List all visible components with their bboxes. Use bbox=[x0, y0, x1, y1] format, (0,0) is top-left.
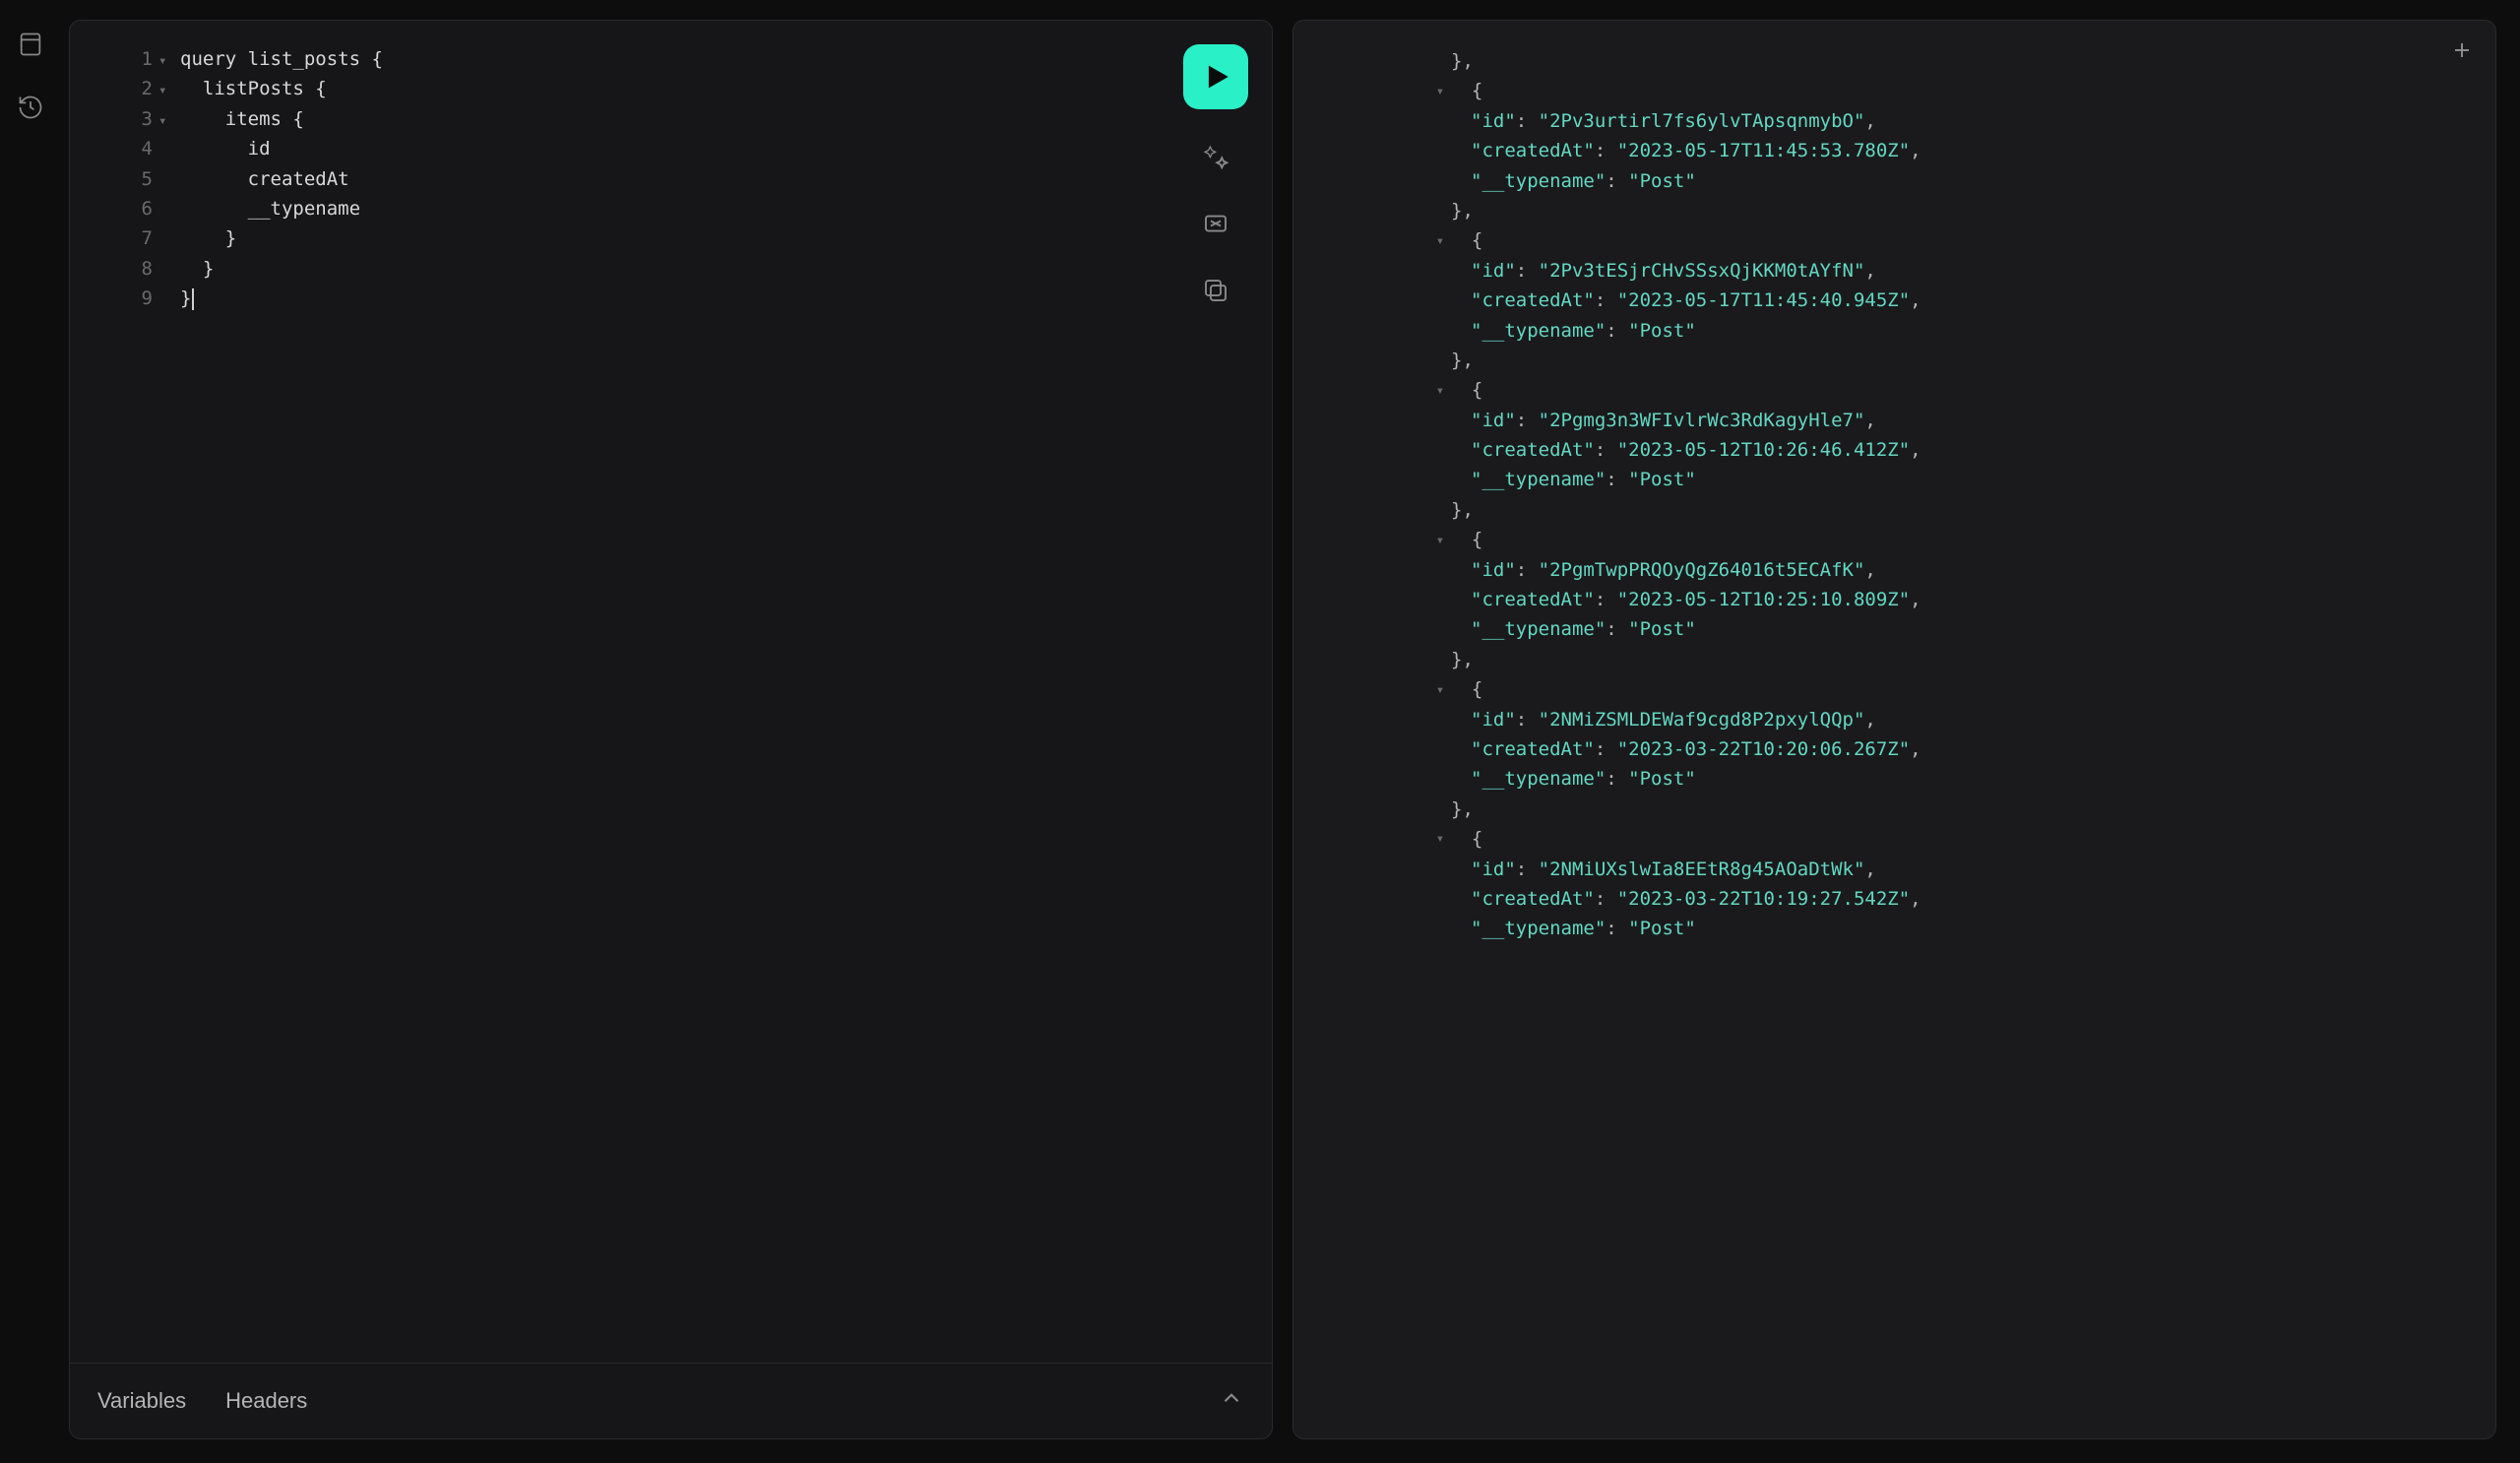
fold-toggle-icon[interactable]: ▾ bbox=[1431, 828, 1449, 850]
json-line: "id": "2Pgmg3n3WFIvlrWc3RdKagyHle7", bbox=[1353, 406, 2456, 435]
history-icon[interactable] bbox=[14, 91, 47, 124]
json-line: }, bbox=[1353, 196, 2456, 225]
merge-icon[interactable] bbox=[1196, 204, 1235, 243]
json-line: }, bbox=[1353, 645, 2456, 674]
editor-toolbar bbox=[1183, 44, 1248, 310]
json-line: }, bbox=[1353, 46, 2456, 76]
json-line: "id": "2Pv3urtirl7fs6ylvTApsqnmybO", bbox=[1353, 106, 2456, 136]
add-tab-icon[interactable] bbox=[2450, 38, 2474, 67]
json-line: "id": "2PgmTwpPRQOyQgZ64016t5ECAfK", bbox=[1353, 555, 2456, 585]
tab-headers[interactable]: Headers bbox=[225, 1388, 307, 1414]
code-line: 6 __typename bbox=[70, 194, 1248, 223]
tab-variables[interactable]: Variables bbox=[97, 1388, 186, 1414]
chevron-up-icon[interactable] bbox=[1219, 1385, 1244, 1417]
json-line: "id": "2NMiUXslwIa8EEtR8g45AOaDtWk", bbox=[1353, 855, 2456, 884]
code-line: 1▾query list_posts { bbox=[70, 44, 1248, 74]
fold-toggle-icon[interactable]: ▾ bbox=[1431, 81, 1449, 102]
code-line: 7 } bbox=[70, 223, 1248, 253]
response-panel: },▾ {"id": "2Pv3urtirl7fs6ylvTApsqnmybO"… bbox=[1292, 20, 2496, 1439]
run-button[interactable] bbox=[1183, 44, 1248, 109]
json-fold-line: ▾ { bbox=[1353, 824, 2456, 854]
json-fold-line: ▾ { bbox=[1353, 76, 2456, 105]
code-line: 8 } bbox=[70, 254, 1248, 284]
json-line: "__typename": "Post" bbox=[1353, 465, 2456, 494]
json-fold-line: ▾ { bbox=[1353, 375, 2456, 405]
code-line: 9} bbox=[70, 284, 1248, 313]
explorer-icon[interactable] bbox=[14, 28, 47, 61]
left-rail bbox=[0, 0, 61, 1463]
json-line: "__typename": "Post" bbox=[1353, 166, 2456, 196]
json-line: "createdAt": "2023-03-22T10:20:06.267Z", bbox=[1353, 734, 2456, 764]
fold-toggle-icon[interactable]: ▾ bbox=[1431, 679, 1449, 701]
fold-toggle-icon[interactable]: ▾ bbox=[1431, 230, 1449, 252]
fold-toggle-icon[interactable]: ▾ bbox=[1431, 380, 1449, 402]
code-line: 4 id bbox=[70, 134, 1248, 163]
code-line: 5 createdAt bbox=[70, 164, 1248, 194]
main-split: 1▾query list_posts { 2▾ listPosts { 3▾ i… bbox=[61, 0, 2520, 1463]
code-line: 2▾ listPosts { bbox=[70, 74, 1248, 103]
app-root: 1▾query list_posts { 2▾ listPosts { 3▾ i… bbox=[0, 0, 2520, 1463]
json-line: "createdAt": "2023-05-17T11:45:53.780Z", bbox=[1353, 136, 2456, 165]
editor-cursor bbox=[192, 288, 194, 310]
json-line: "id": "2Pv3tESjrCHvSSsxQjKKM0tAYfN", bbox=[1353, 256, 2456, 286]
response-body[interactable]: },▾ {"id": "2Pv3urtirl7fs6ylvTApsqnmybO"… bbox=[1293, 46, 2495, 1438]
query-editor[interactable]: 1▾query list_posts { 2▾ listPosts { 3▾ i… bbox=[70, 21, 1272, 1363]
copy-icon[interactable] bbox=[1196, 271, 1235, 310]
editor-bottom-bar: Variables Headers bbox=[70, 1363, 1272, 1438]
json-fold-line: ▾ { bbox=[1353, 225, 2456, 255]
json-line: "createdAt": "2023-05-17T11:45:40.945Z", bbox=[1353, 286, 2456, 315]
json-line: }, bbox=[1353, 795, 2456, 824]
json-fold-line: ▾ { bbox=[1353, 525, 2456, 554]
json-line: }, bbox=[1353, 495, 2456, 525]
json-line: "createdAt": "2023-05-12T10:26:46.412Z", bbox=[1353, 435, 2456, 465]
json-line: "__typename": "Post" bbox=[1353, 614, 2456, 644]
json-line: "__typename": "Post" bbox=[1353, 764, 2456, 794]
fold-toggle-icon[interactable]: ▾ bbox=[1431, 530, 1449, 551]
json-line: "__typename": "Post" bbox=[1353, 316, 2456, 346]
json-line: "id": "2NMiZSMLDEWaf9cgd8P2pxylQQp", bbox=[1353, 705, 2456, 734]
code-line: 3▾ items { bbox=[70, 104, 1248, 134]
json-line: "createdAt": "2023-03-22T10:19:27.542Z", bbox=[1353, 884, 2456, 914]
json-line: "__typename": "Post" bbox=[1353, 914, 2456, 943]
json-line: }, bbox=[1353, 346, 2456, 375]
prettify-icon[interactable] bbox=[1196, 137, 1235, 176]
json-fold-line: ▾ { bbox=[1353, 674, 2456, 704]
json-line: "createdAt": "2023-05-12T10:25:10.809Z", bbox=[1353, 585, 2456, 614]
query-editor-panel: 1▾query list_posts { 2▾ listPosts { 3▾ i… bbox=[69, 20, 1273, 1439]
